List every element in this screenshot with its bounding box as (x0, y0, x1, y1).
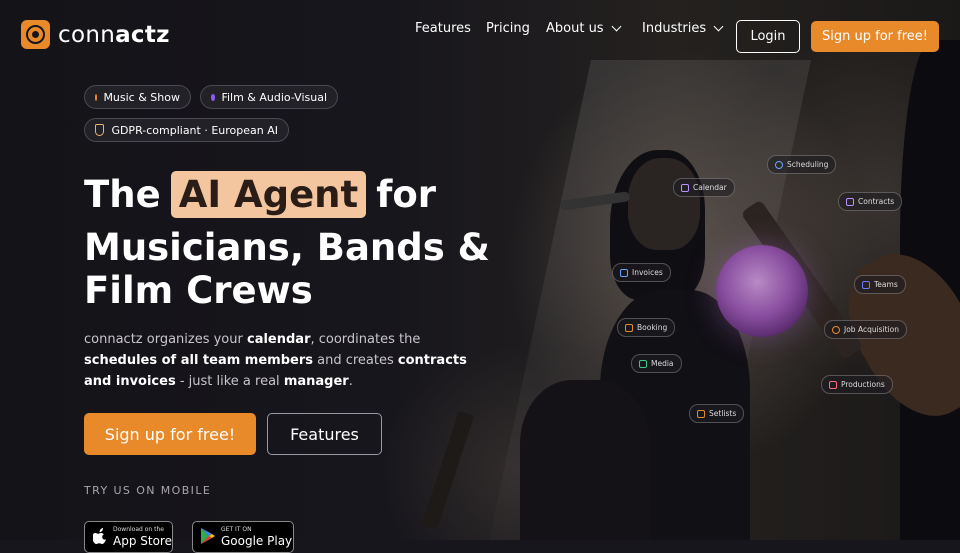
google-play-button[interactable]: GET IT ON Google Play (192, 521, 294, 553)
nav-industries[interactable]: Industries (642, 21, 724, 36)
logo-icon (21, 20, 50, 49)
dot-icon (95, 93, 98, 101)
hero-title-highlight: AI Agent (170, 170, 367, 218)
app-store-big-text: App Store (113, 534, 172, 548)
chip-calendar: Calendar (673, 178, 735, 197)
features-cta-button[interactable]: Features (267, 413, 382, 455)
signup-header-button[interactable]: Sign up for free! (811, 21, 939, 52)
brand-logo[interactable]: connactz (21, 20, 170, 49)
nav-features[interactable]: Features (415, 21, 471, 36)
google-play-small-text: GET IT ON (221, 526, 252, 533)
hero-description: connactz organizes your calendar, coordi… (84, 332, 467, 389)
chip-booking: Booking (617, 318, 676, 337)
badge-gdpr: GDPR-compliant · European AI (84, 118, 289, 142)
dot-icon (211, 93, 216, 101)
chevron-down-icon (713, 21, 724, 31)
chip-invoices: Invoices (612, 263, 671, 282)
chip-job-acquisition: Job Acquisition (824, 320, 908, 339)
google-play-big-text: Google Play (221, 534, 293, 548)
chip-productions: Productions (821, 375, 893, 394)
chevron-down-icon (611, 21, 622, 31)
app-store-button[interactable]: Download on the App Store (84, 521, 173, 553)
ai-orb (716, 245, 808, 337)
badge-music-show[interactable]: Music & Show (84, 85, 191, 109)
hero-title-line2: Musicians, Bands & Film Crews (84, 226, 490, 312)
signup-cta-button[interactable]: Sign up for free! (84, 413, 256, 455)
shield-icon (95, 124, 105, 136)
chip-media: Media (631, 354, 682, 373)
hero-title-line1: The AI Agent for (84, 170, 436, 218)
logo-wordmark: connactz (58, 21, 170, 48)
apple-icon (93, 528, 106, 544)
login-button[interactable]: Login (736, 20, 800, 53)
singer-face (628, 158, 700, 250)
nav-pricing[interactable]: Pricing (486, 21, 530, 36)
nav-about[interactable]: About us (546, 21, 622, 36)
chip-contracts: Contracts (838, 192, 903, 211)
chip-scheduling: Scheduling (767, 155, 837, 174)
site-header: connactz Features Pricing About us Indus… (0, 0, 960, 72)
chip-teams: Teams (854, 275, 906, 294)
app-store-small-text: Download on the (113, 526, 164, 533)
chip-setlists: Setlists (689, 404, 745, 423)
guitarist-left-silhouette (520, 380, 650, 540)
mobile-label: TRY US ON MOBILE (84, 484, 212, 497)
google-play-icon (201, 528, 215, 544)
badge-film-av[interactable]: Film & Audio-Visual (200, 85, 338, 109)
